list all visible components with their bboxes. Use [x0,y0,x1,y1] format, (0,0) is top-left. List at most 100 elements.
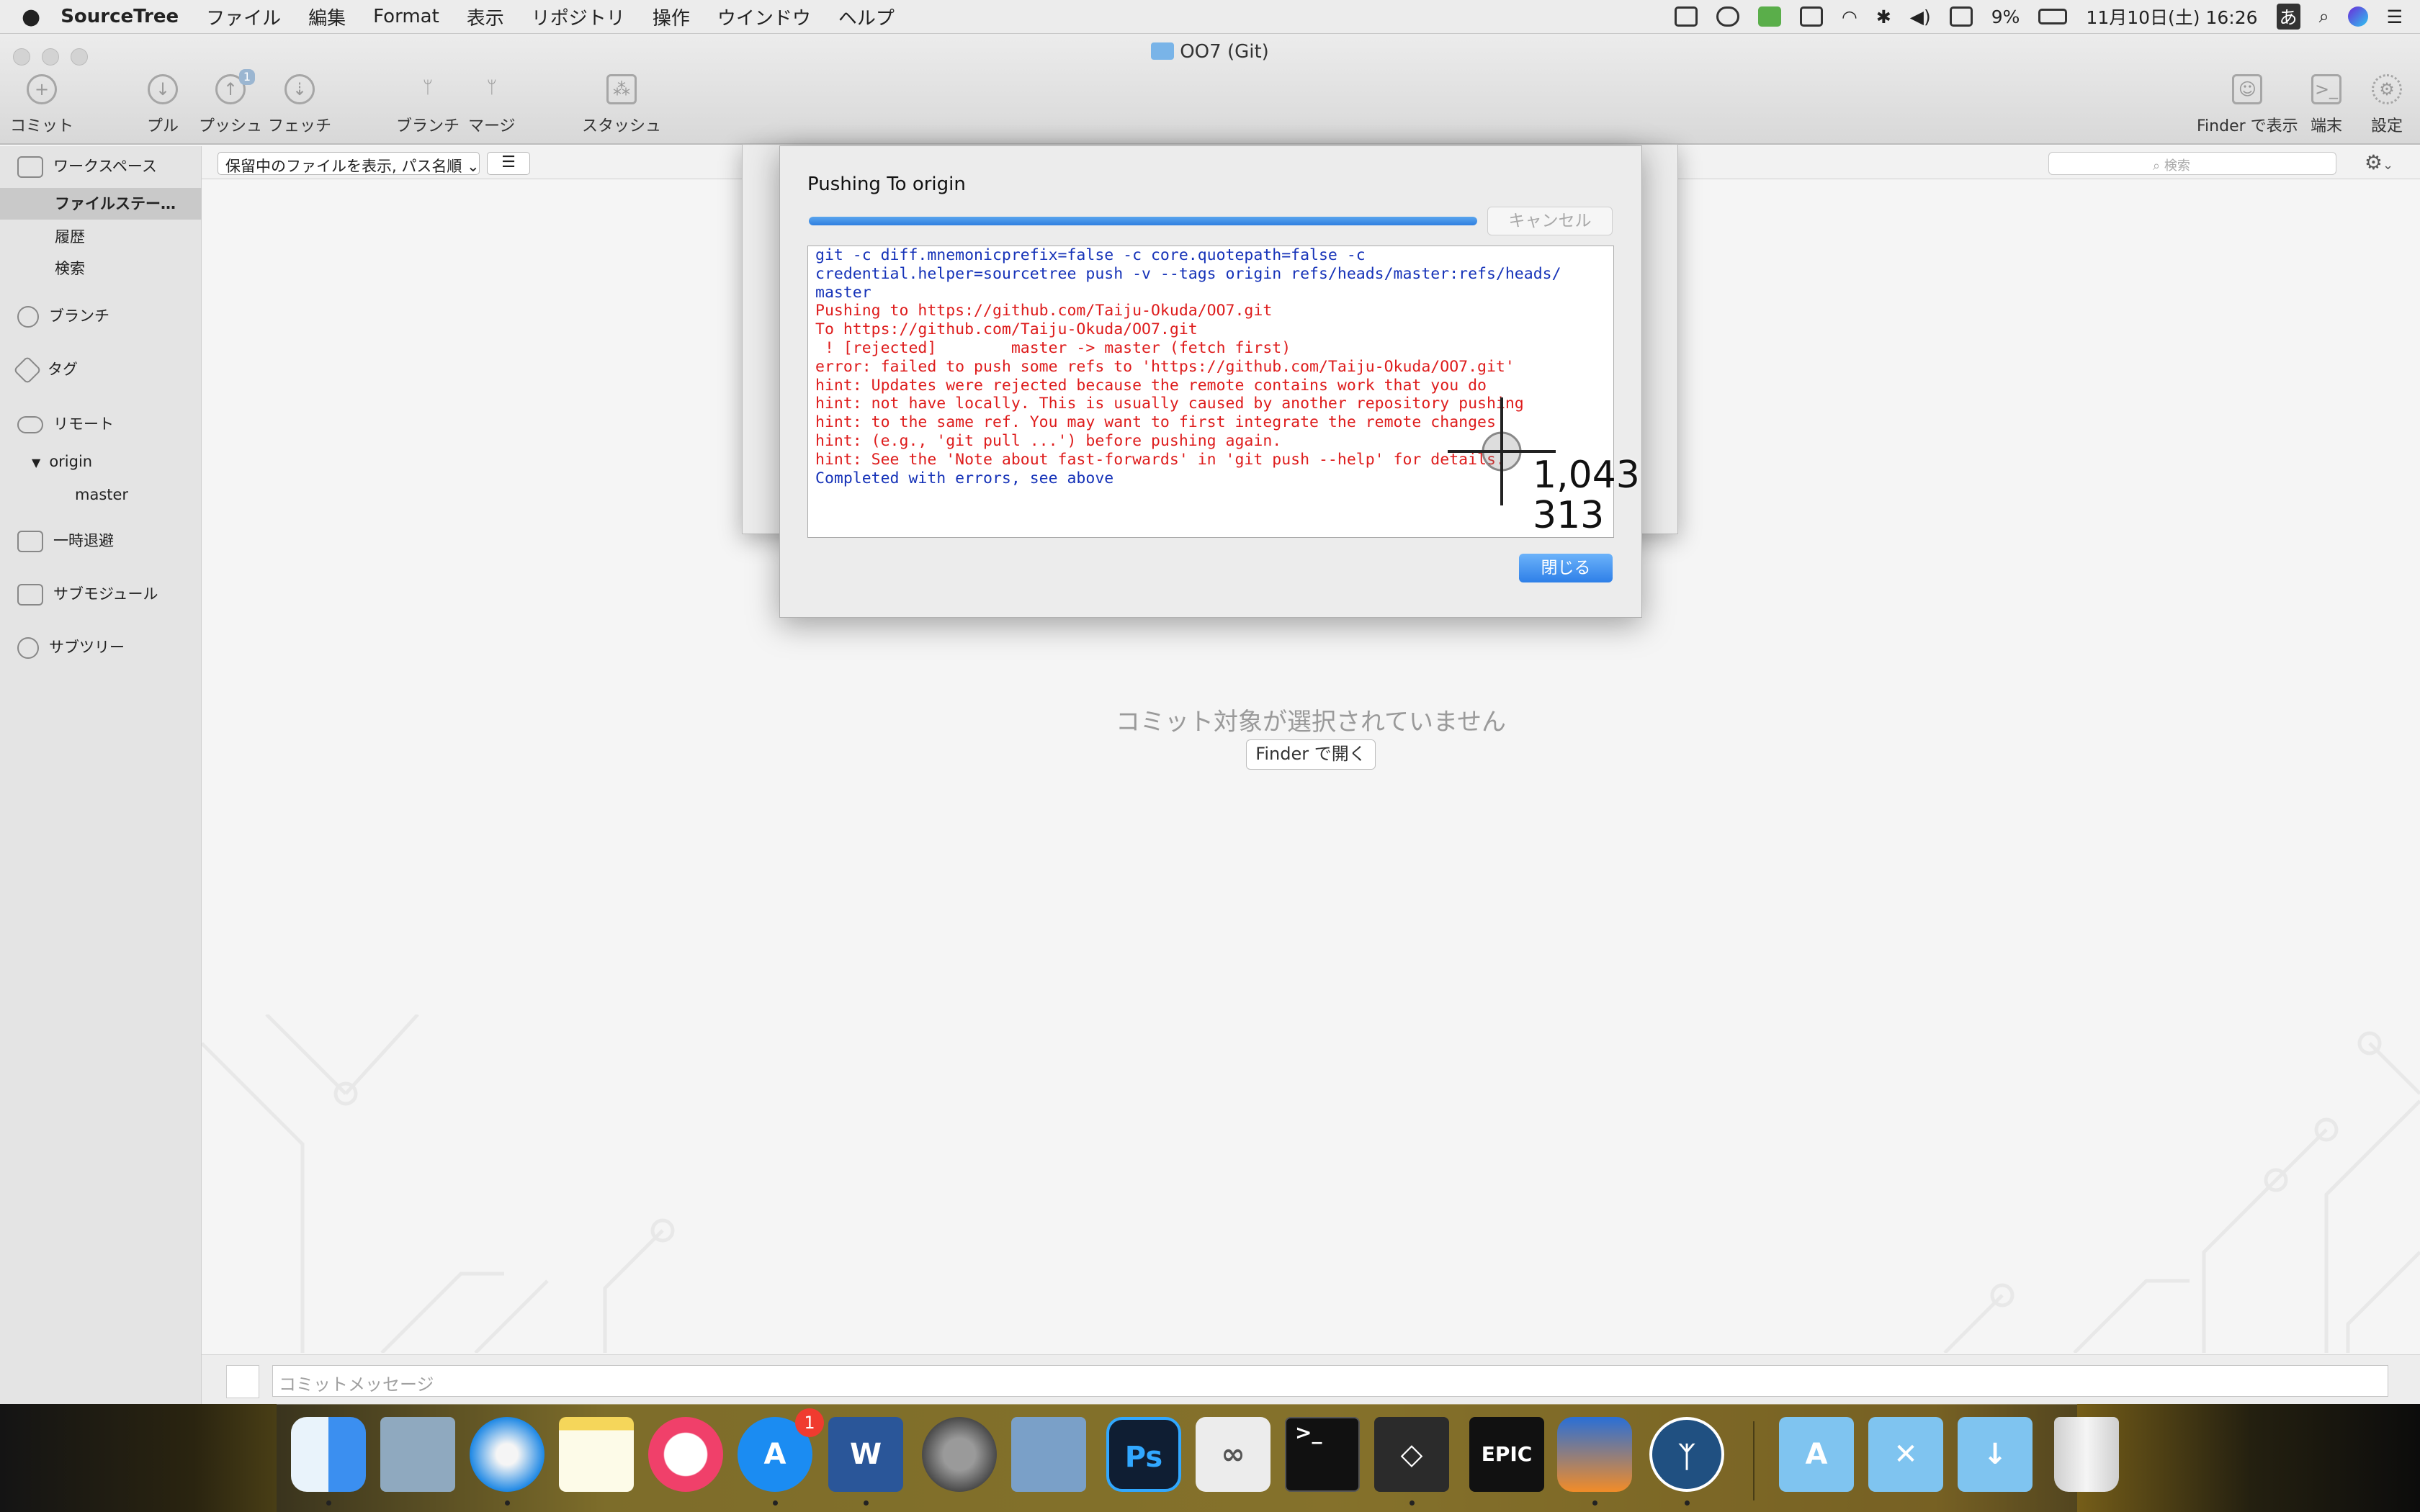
finder-icon: ☺ [2232,74,2263,104]
sidebar-item-stashes[interactable]: 一時退避 [0,525,202,557]
sidebar-item-search[interactable]: 検索 [0,253,202,284]
notification-center-icon[interactable]: ☰ [2387,6,2403,27]
commit-message-bar: コミットメッセージ [202,1354,2420,1405]
open-in-finder-button[interactable]: Finder で開く [1246,739,1376,770]
chevron-down-icon: ⌄ [467,158,480,175]
gear-icon: ⚙ [2364,150,2383,174]
sidebar-item-remotes[interactable]: リモート [0,408,202,440]
downloads-folder-icon[interactable]: ↓ [1958,1417,2033,1492]
commit-message-input[interactable]: コミットメッセージ [272,1365,2388,1397]
branch-button[interactable]: ᛘ ブランチ [396,74,460,136]
push-label: プッシュ [199,117,263,135]
evernote-icon[interactable] [1757,6,1781,27]
menu-file[interactable]: ファイル [206,4,281,30]
arrow-up-icon: ↑ 1 [215,69,255,104]
clownfish-game-app-icon[interactable] [1557,1417,1632,1492]
log-line: Pushing to https://github.com/Taiju-Okud… [815,302,1273,320]
window-title-text: OO7 (Git) [1180,41,1269,63]
menu-bar: ● SourceTree ファイル 編集 Format 表示 リポジトリ 操作 … [0,0,2420,33]
photoshop-app-icon[interactable]: Ps [1106,1417,1181,1492]
fetch-button[interactable]: ⇣ フェッチ [268,74,331,136]
dock: A 1 W Ps ∞ >_ ◇ EPIC ᛉ A ✕ ↓ [0,1404,2420,1512]
show-in-finder-button[interactable]: ☺ Finder で表示 [2197,74,2298,136]
app-store-badge: 1 [795,1408,824,1437]
chevron-down-icon: ⌄ [2383,158,2394,173]
menu-app-name[interactable]: SourceTree [60,6,179,27]
pull-button[interactable]: ↓ プル [147,74,179,136]
script-editor-app-icon[interactable] [1011,1417,1086,1492]
sidebar-label: origin [49,453,93,470]
sidebar-item-workspace[interactable]: ワークスペース [0,150,202,182]
log-line: ! [rejected] master -> master (fetch fir… [815,338,1291,357]
stash-button[interactable]: ⁂ スタッシュ [582,74,661,136]
options-menu-button[interactable]: ⚙⌄ [2354,152,2404,175]
window-grid-icon[interactable] [1799,6,1823,27]
bluetooth-icon[interactable]: ✱ [1876,6,1891,27]
music-app-icon[interactable] [648,1417,723,1492]
system-preferences-app-icon[interactable] [922,1417,997,1492]
clock[interactable]: 11月10日(土) 16:26 [2086,4,2257,30]
cancel-button[interactable]: キャンセル [1487,207,1613,235]
menu-format[interactable]: Format [373,6,439,27]
volume-icon[interactable]: ◀) [1910,6,1931,27]
tag-icon [13,356,42,384]
close-button[interactable]: 閉じる [1519,554,1613,582]
sidebar-item-history[interactable]: 履歴 [0,221,202,253]
list-view-button[interactable]: ☰ [487,152,530,175]
menu-actions[interactable]: 操作 [653,4,690,30]
window-title: OO7 (Git) [0,41,2420,63]
commit-button[interactable]: + コミット [10,74,73,136]
push-button[interactable]: ↑ 1 プッシュ [199,69,263,136]
notes-app-icon[interactable] [559,1417,634,1492]
input-method[interactable]: あ [2276,4,2300,30]
sidebar-label: リモート [53,415,114,433]
utilities-folder-icon[interactable]: ✕ [1868,1417,1943,1492]
sidebar-label: タグ [48,361,78,378]
mail-stamp-app-icon[interactable] [380,1417,455,1492]
file-view-select[interactable]: 保留中のファイルを表示, パス名順 ⌄ [218,152,480,175]
search-input[interactable]: ⌕ 検索 [2048,152,2336,175]
applications-folder-icon[interactable]: A [1779,1417,1854,1492]
sidebar-item-origin[interactable]: ▼ origin [0,446,202,477]
cloud-icon[interactable] [1716,6,1739,27]
creative-cloud-app-icon[interactable]: ∞ [1196,1417,1270,1492]
menu-window[interactable]: ウインドウ [717,4,811,30]
search-icon: ⌕ [2153,158,2161,174]
user-avatar [226,1365,259,1398]
siri-icon[interactable] [2347,6,2368,27]
safari-app-icon[interactable] [470,1417,544,1492]
wifi-icon[interactable]: ◠ [1842,6,1857,27]
sidebar-item-branches[interactable]: ブランチ [0,300,202,332]
calendar-icon[interactable] [1674,6,1698,27]
word-app-icon[interactable]: W [828,1417,903,1492]
sidebar-label: サブツリー [49,639,125,656]
merge-button[interactable]: ᛘ マージ [468,74,516,136]
airplay-icon[interactable] [1949,6,1973,27]
fetch-label: フェッチ [268,117,332,135]
trash-icon[interactable] [2054,1417,2119,1492]
sourcetree-app-icon[interactable]: ᛉ [1649,1417,1724,1492]
apple-icon[interactable]: ● [22,4,40,30]
menu-repository[interactable]: リポジトリ [532,4,625,30]
battery-icon[interactable] [2038,9,2068,24]
sidebar-item-remote-master[interactable]: master [0,479,202,510]
sidebar-label: 一時退避 [53,532,114,549]
disclosure-triangle-icon: ▼ [32,456,41,469]
sidebar-item-file-status[interactable]: ファイルステー… [0,188,202,220]
epic-games-app-icon[interactable]: EPIC [1469,1417,1544,1492]
menu-help[interactable]: ヘルプ [838,4,895,30]
spotlight-icon[interactable]: ⌕ [2319,6,2329,27]
finder-app-icon[interactable] [291,1417,366,1492]
sidebar-item-tags[interactable]: タグ [0,354,202,385]
unity-app-icon[interactable]: ◇ [1374,1417,1449,1492]
battery-percent[interactable]: 9% [1991,6,2020,27]
menu-view[interactable]: 表示 [467,4,504,30]
sidebar-item-submodules[interactable]: サブモジュール [0,578,202,610]
arrow-down-icon: ↓ [148,74,178,104]
terminal-button[interactable]: >_ 端末 [2311,74,2342,136]
terminal-app-icon[interactable]: >_ [1285,1417,1360,1492]
menu-edit[interactable]: 編集 [308,4,346,30]
window-toolbar: OO7 (Git) + コミット ↓ プル ↑ 1 プッシュ ⇣ フェッチ ᛘ ブランチ ᛘ… [0,34,2420,145]
sidebar-item-subtrees[interactable]: サブツリー [0,631,202,663]
settings-button[interactable]: ⚙ 設定 [2371,74,2403,136]
